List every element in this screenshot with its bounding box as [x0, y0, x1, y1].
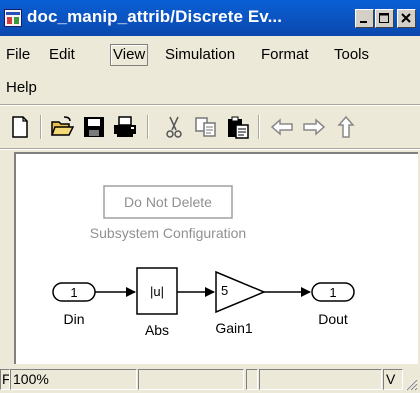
close-button[interactable] [397, 9, 416, 28]
menu-edit[interactable]: Edit [47, 45, 77, 65]
gain-value: 5 [221, 283, 228, 298]
menu-bar: File Edit View Simulation Format Tools H… [0, 38, 420, 98]
toolbar-separator [147, 115, 149, 139]
status-bar: F 100% V [0, 366, 420, 393]
resize-grip-icon[interactable] [404, 377, 418, 391]
simulink-model-window: doc_manip_attrib/Discrete Ev... File Edi… [0, 0, 420, 393]
toolbar-separator [40, 115, 42, 139]
new-document-icon[interactable] [8, 115, 32, 139]
menu-simulation[interactable]: Simulation [163, 45, 237, 65]
print-icon[interactable] [113, 115, 137, 139]
zoom-level: 100% [10, 369, 137, 390]
menu-toolbar-divider [0, 104, 420, 106]
menu-file[interactable]: File [4, 45, 32, 65]
back-arrow-icon[interactable] [270, 115, 294, 139]
abs-symbol: |u| [150, 284, 164, 299]
paste-icon[interactable] [226, 115, 250, 139]
model-canvas[interactable]: Do Not Delete Subsystem Configuration 1 … [14, 152, 418, 364]
status-cell-2 [138, 369, 244, 390]
menu-help[interactable]: Help [4, 78, 39, 98]
status-left-cell: F [0, 369, 10, 390]
open-folder-icon[interactable] [50, 115, 74, 139]
config-block-caption: Subsystem Configuration [90, 225, 246, 241]
config-block-label: Do Not Delete [124, 194, 212, 210]
menu-tools[interactable]: Tools [332, 45, 371, 65]
toolbar-separator [258, 115, 260, 139]
status-cell-4 [259, 369, 382, 390]
maximize-icon [379, 13, 389, 23]
forward-arrow-icon[interactable] [302, 115, 326, 139]
block-diagram: Do Not Delete Subsystem Configuration 1 … [52, 185, 355, 338]
status-right-cell: V [383, 369, 403, 390]
window-title: doc_manip_attrib/Discrete Ev... [27, 7, 283, 26]
cut-icon[interactable] [162, 115, 186, 139]
toolbar [0, 107, 420, 147]
copy-icon[interactable] [194, 115, 218, 139]
menu-format[interactable]: Format [259, 45, 311, 65]
minimize-icon [360, 21, 367, 23]
inport-name: Din [63, 311, 84, 327]
close-icon [401, 13, 411, 23]
status-cell-3 [246, 369, 258, 390]
outport-name: Dout [318, 311, 348, 327]
save-icon[interactable] [82, 115, 106, 139]
menu-view[interactable]: View [110, 44, 149, 66]
up-arrow-icon[interactable] [334, 115, 358, 139]
outport-value: 1 [329, 285, 336, 300]
minimize-button[interactable] [355, 9, 374, 28]
inport-value: 1 [70, 285, 77, 300]
gain-name: Gain1 [215, 320, 253, 336]
maximize-button[interactable] [375, 9, 394, 28]
title-bar[interactable]: doc_manip_attrib/Discrete Ev... [0, 0, 420, 36]
simulink-model-icon[interactable] [4, 9, 22, 27]
toolbar-canvas-divider [0, 148, 420, 150]
abs-name: Abs [145, 322, 169, 338]
